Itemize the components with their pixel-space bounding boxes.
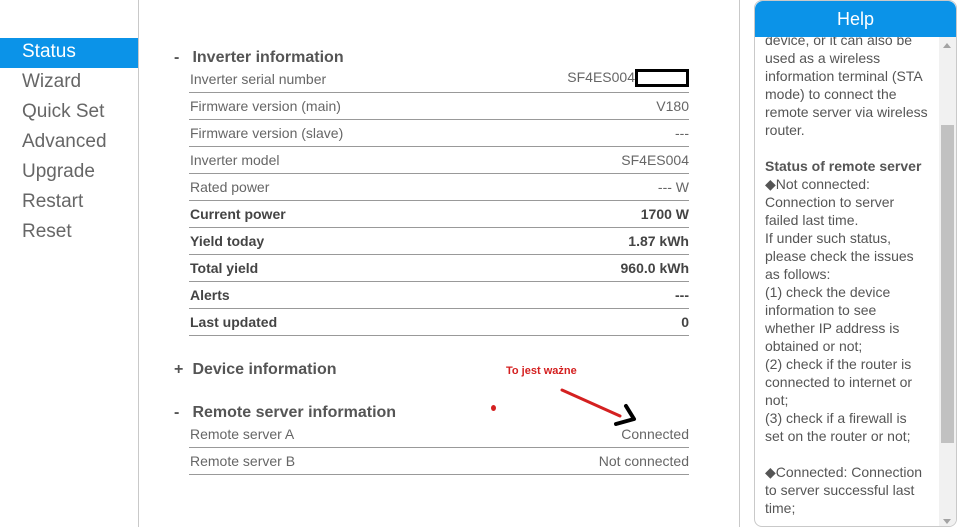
help-line: as follows: bbox=[765, 266, 831, 282]
section-title: Inverter information bbox=[192, 49, 344, 66]
help-line: failed last time. bbox=[765, 212, 859, 228]
row-label: Firmware version (main) bbox=[190, 98, 341, 114]
help-subheading: Status of remote server bbox=[765, 158, 922, 174]
help-line: whether IP address is bbox=[765, 320, 900, 336]
row-label: Total yield bbox=[190, 260, 259, 276]
help-line: set on the router or not; bbox=[765, 428, 911, 444]
table-row: Inverter serial number SF4ES004 bbox=[189, 66, 689, 93]
collapse-toggle[interactable]: - bbox=[174, 404, 188, 422]
row-value: --- W bbox=[657, 179, 689, 195]
device-section-header[interactable]: + Device information bbox=[174, 361, 336, 379]
inverter-section-header[interactable]: - Inverter information bbox=[174, 49, 344, 67]
sidebar-nav: Status Wizard Quick Set Advanced Upgrade… bbox=[0, 38, 138, 248]
annotation-dot bbox=[491, 405, 496, 411]
sidebar: Status Wizard Quick Set Advanced Upgrade… bbox=[0, 0, 138, 527]
row-value: 1.87 kWh bbox=[628, 233, 689, 249]
row-label: Remote server B bbox=[190, 453, 296, 469]
help-line: obtained or not; bbox=[765, 338, 863, 354]
table-row: Last updated 0 bbox=[189, 309, 689, 336]
help-title: Help bbox=[755, 1, 956, 37]
row-label: Yield today bbox=[190, 233, 265, 249]
help-line: ◆Connected: Connection bbox=[765, 464, 923, 480]
help-line: router. bbox=[765, 122, 805, 138]
help-line: (2) check if the router is bbox=[765, 356, 912, 372]
help-line: information to see bbox=[765, 302, 877, 318]
scrollbar-thumb[interactable] bbox=[941, 125, 954, 443]
table-row: Firmware version (main) V180 bbox=[189, 93, 689, 120]
help-line bbox=[765, 139, 937, 157]
help-line: information terminal (STA bbox=[765, 68, 923, 84]
inverter-info-table: Inverter serial number SF4ES004 Firmware… bbox=[189, 66, 689, 336]
help-line: (1) check the device bbox=[765, 284, 891, 300]
row-value: --- bbox=[675, 125, 689, 141]
row-label: Inverter serial number bbox=[190, 71, 327, 87]
remote-section-header[interactable]: - Remote server information bbox=[174, 404, 396, 422]
row-value: 0 bbox=[681, 314, 689, 330]
sidebar-item-restart[interactable]: Restart bbox=[0, 188, 138, 218]
table-row: Remote server B Not connected bbox=[189, 448, 689, 475]
table-row: Current power 1700 W bbox=[189, 201, 689, 228]
help-line bbox=[765, 445, 937, 463]
row-value: 960.0 kWh bbox=[620, 260, 689, 276]
help-scrollbar[interactable] bbox=[939, 37, 956, 526]
help-content: device, or it can also be used as a wire… bbox=[765, 31, 937, 517]
sidebar-item-quick-set[interactable]: Quick Set bbox=[0, 98, 138, 128]
row-value: Not connected bbox=[598, 453, 689, 469]
help-line: mode) to connect the bbox=[765, 86, 897, 102]
sidebar-item-status[interactable]: Status bbox=[0, 38, 138, 68]
help-line: connected to internet or bbox=[765, 374, 913, 390]
help-line: Connection to server bbox=[765, 194, 895, 210]
row-value: --- bbox=[675, 287, 689, 303]
row-label: Firmware version (slave) bbox=[190, 125, 344, 141]
help-line: remote server via wireless bbox=[765, 104, 928, 120]
row-label: Alerts bbox=[190, 287, 230, 303]
help-line: ◆Not connected: bbox=[765, 176, 870, 192]
table-row: Firmware version (slave) --- bbox=[189, 120, 689, 147]
row-label: Inverter model bbox=[190, 152, 280, 168]
row-label: Rated power bbox=[190, 179, 270, 195]
row-value: SF4ES004 bbox=[621, 152, 689, 168]
help-line: (3) check if a firewall is bbox=[765, 410, 907, 426]
table-row: Yield today 1.87 kWh bbox=[189, 228, 689, 255]
sidebar-item-reset[interactable]: Reset bbox=[0, 218, 138, 248]
help-panel: device, or it can also be used as a wire… bbox=[754, 0, 957, 527]
table-row: Rated power --- W bbox=[189, 174, 689, 201]
row-label: Last updated bbox=[190, 314, 278, 330]
table-row: Alerts --- bbox=[189, 282, 689, 309]
help-line: If under such status, bbox=[765, 230, 892, 246]
section-title: Remote server information bbox=[192, 404, 397, 421]
help-line: used as a wireless bbox=[765, 50, 881, 66]
scroll-down-icon[interactable] bbox=[943, 519, 951, 524]
section-title: Device information bbox=[192, 361, 337, 378]
sidebar-item-upgrade[interactable]: Upgrade bbox=[0, 158, 138, 188]
sidebar-item-wizard[interactable]: Wizard bbox=[0, 68, 138, 98]
row-value: V180 bbox=[656, 98, 689, 114]
annotation-arrow-icon bbox=[560, 388, 636, 426]
table-row: Total yield 960.0 kWh bbox=[189, 255, 689, 282]
row-value: SF4ES004 bbox=[567, 69, 689, 87]
scroll-up-icon[interactable] bbox=[943, 43, 951, 48]
row-label: Remote server A bbox=[190, 426, 295, 442]
row-value: 1700 W bbox=[640, 206, 689, 222]
row-label: Current power bbox=[190, 206, 286, 222]
redaction-box bbox=[635, 69, 689, 87]
annotation-text: To jest ważne bbox=[506, 365, 577, 377]
help-line: to server successful last bbox=[765, 482, 915, 498]
table-row: Inverter model SF4ES004 bbox=[189, 147, 689, 174]
help-line: time; bbox=[765, 500, 796, 516]
expand-toggle[interactable]: + bbox=[174, 361, 188, 379]
help-line: not; bbox=[765, 392, 789, 408]
collapse-toggle[interactable]: - bbox=[174, 49, 188, 67]
main-panel: - Inverter information Inverter serial n… bbox=[138, 0, 740, 527]
sidebar-item-advanced[interactable]: Advanced bbox=[0, 128, 138, 158]
help-line: please check the issues bbox=[765, 248, 914, 264]
